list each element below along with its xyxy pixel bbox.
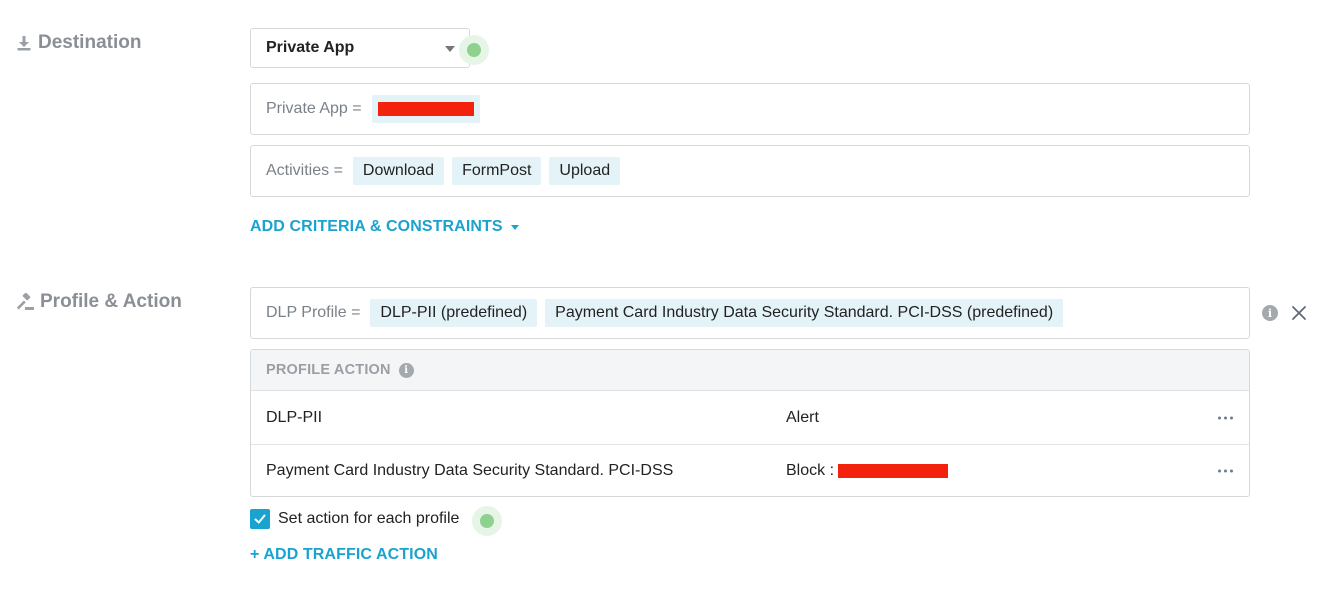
private-app-criteria-label: Private App = xyxy=(266,100,362,117)
activities-criteria[interactable]: Activities = Download FormPost Upload xyxy=(250,145,1250,197)
chevron-down-icon xyxy=(445,46,455,52)
add-criteria-label: ADD CRITERIA & CONSTRAINTS xyxy=(250,218,503,235)
profile-action-value[interactable]: Alert xyxy=(786,409,819,427)
private-app-chip[interactable] xyxy=(371,95,480,123)
set-action-each-profile-option[interactable]: Set action for each profile xyxy=(250,509,459,529)
activity-chip[interactable]: Upload xyxy=(549,157,621,185)
status-dot-icon xyxy=(459,35,489,65)
redacted-block xyxy=(838,464,949,478)
profile-action-section-label: Profile & Action xyxy=(16,291,182,313)
activity-chip[interactable]: FormPost xyxy=(452,157,542,185)
profile-action-table: PROFILE ACTION i DLP-PII Alert Payment C… xyxy=(250,349,1250,497)
destination-section-label: Destination xyxy=(16,32,141,54)
info-icon[interactable]: i xyxy=(1262,305,1278,321)
table-row: Payment Card Industry Data Security Stan… xyxy=(251,444,1249,496)
table-row: DLP-PII Alert xyxy=(251,391,1249,444)
status-dot-icon xyxy=(472,506,502,536)
set-action-label: Set action for each profile xyxy=(278,510,460,527)
profile-action-text: Alert xyxy=(786,408,819,426)
close-icon[interactable] xyxy=(1289,303,1309,323)
info-icon[interactable]: i xyxy=(398,362,414,378)
caret-down-icon xyxy=(510,224,519,230)
more-horizontal-icon[interactable] xyxy=(1218,416,1233,419)
dlp-profile-criteria[interactable]: DLP Profile = DLP-PII (predefined) Payme… xyxy=(250,287,1250,339)
more-horizontal-icon[interactable] xyxy=(1218,469,1233,473)
dlp-profile-chip[interactable]: Payment Card Industry Data Security Stan… xyxy=(545,299,1064,327)
profile-action-header-label: PROFILE ACTION xyxy=(266,362,391,378)
add-traffic-action-button[interactable]: + ADD TRAFFIC ACTION xyxy=(250,546,438,564)
activity-chip[interactable]: Download xyxy=(352,157,445,185)
add-traffic-action-label: + ADD TRAFFIC ACTION xyxy=(250,546,438,563)
add-criteria-button[interactable]: ADD CRITERIA & CONSTRAINTS xyxy=(250,218,519,236)
profile-action-label: Profile & Action xyxy=(40,291,182,312)
profile-action-value[interactable]: Block : xyxy=(786,462,949,480)
gavel-icon xyxy=(16,293,34,311)
private-app-criteria[interactable]: Private App = xyxy=(250,83,1250,135)
profile-name: Payment Card Industry Data Security Stan… xyxy=(266,462,674,479)
profile-action-table-header: PROFILE ACTION i xyxy=(251,350,1249,391)
download-icon xyxy=(16,35,32,51)
dlp-profile-criteria-label: DLP Profile = xyxy=(266,304,361,321)
activities-criteria-label: Activities = xyxy=(266,162,343,179)
destination-type-value: Private App xyxy=(266,39,355,56)
check-icon[interactable] xyxy=(250,509,270,529)
redacted-block xyxy=(377,101,474,116)
profile-name: DLP-PII xyxy=(266,408,323,426)
dlp-profile-chip[interactable]: DLP-PII (predefined) xyxy=(370,299,538,327)
profile-action-text: Block : xyxy=(786,462,835,479)
destination-type-dropdown[interactable]: Private App xyxy=(250,28,470,68)
destination-label: Destination xyxy=(38,32,142,53)
